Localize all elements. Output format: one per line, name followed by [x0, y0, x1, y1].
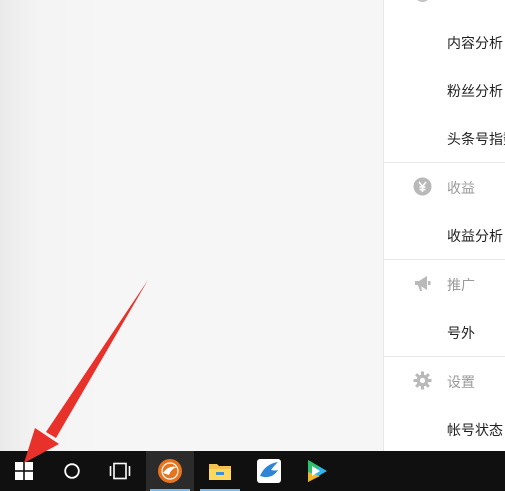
taskbar-app-bird[interactable] [245, 451, 293, 491]
gear-icon [413, 371, 432, 390]
yen-circle-icon [413, 177, 432, 196]
menu-divider [384, 162, 505, 163]
menu-item-income-analysis[interactable]: 收益分析 [447, 226, 503, 246]
cortana-search-button[interactable] [48, 451, 96, 491]
section-label-income: 收益 [447, 181, 475, 197]
section-income[interactable]: 收益 [384, 175, 505, 199]
start-button[interactable] [0, 451, 48, 491]
section-promotion[interactable]: 推广 [384, 272, 505, 296]
blue-bird-app-icon [257, 459, 281, 483]
task-view-button[interactable] [96, 451, 144, 491]
menu-divider [384, 356, 505, 357]
section-settings[interactable]: 设置 [384, 369, 505, 393]
desktop-background [0, 0, 383, 451]
menu-divider [384, 259, 505, 260]
menu-item-account-status[interactable]: 帐号状态 [447, 420, 503, 440]
cortana-search-icon [64, 463, 80, 479]
menu-item-content-analysis[interactable]: 内容分析 [447, 33, 503, 53]
taskbar-app-browser[interactable] [146, 451, 194, 491]
video-player-icon [308, 460, 327, 482]
menu-item-fan-analysis[interactable]: 粉丝分析 [447, 81, 503, 101]
windows-start-icon [15, 462, 33, 480]
section-label-promotion: 推广 [447, 278, 475, 294]
file-explorer-icon [209, 464, 231, 480]
orange-browser-icon [158, 459, 182, 483]
megaphone-icon [415, 276, 431, 291]
taskbar-app-explorer[interactable] [196, 451, 244, 491]
side-menu-panel: 内容分析 粉丝分析 头条号指数 收益 收益分析 推广 号外 [383, 0, 505, 451]
task-view-icon [109, 462, 131, 480]
menu-item-extra[interactable]: 号外 [447, 323, 475, 343]
taskbar-app-video[interactable] [293, 451, 341, 491]
partial-menu-icon [417, 0, 428, 2]
windows-taskbar [0, 451, 505, 491]
section-label-settings: 设置 [447, 375, 475, 391]
menu-item-toutiao-index[interactable]: 头条号指数 [447, 129, 505, 149]
